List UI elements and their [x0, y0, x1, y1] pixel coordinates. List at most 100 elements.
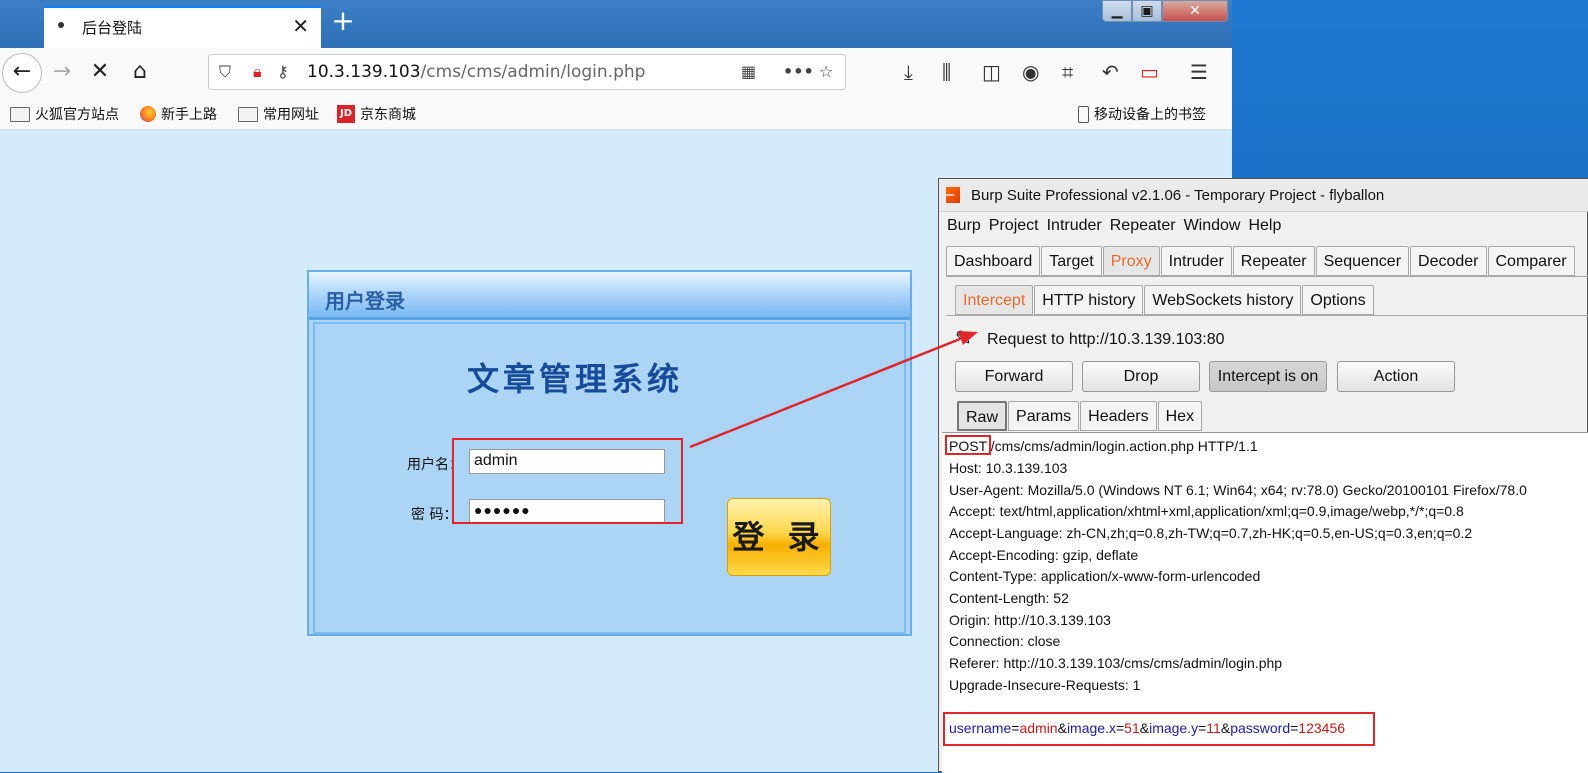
- header-line: Referer: http://10.3.139.103/cms/cms/adm…: [949, 655, 1283, 671]
- menu-intruder[interactable]: Intruder: [1047, 217, 1102, 235]
- forward-button[interactable]: Forward: [955, 361, 1073, 392]
- url-bar[interactable]: ⛉ 🔒︎ ⚷ 10.3.139.103/cms/cms/admin/login.…: [208, 54, 846, 90]
- burp-logo-icon: [946, 187, 960, 203]
- tab-target[interactable]: Target: [1041, 246, 1102, 276]
- close-window-button[interactable]: ✕: [1162, 0, 1228, 22]
- tab-decoder[interactable]: Decoder: [1410, 246, 1487, 276]
- stop-button[interactable]: ✕: [84, 56, 116, 88]
- account-icon[interactable]: ◉: [1022, 60, 1039, 84]
- bookmark-label: 新手上路: [161, 107, 217, 123]
- sidebar-icon[interactable]: ◫: [982, 60, 1001, 84]
- burp-menubar: Burp Project Intruder Repeater Window He…: [947, 217, 1281, 235]
- message-view-tabs: Raw Params Headers Hex: [957, 401, 1203, 431]
- header-line: Content-Length: 52: [949, 590, 1069, 606]
- qr-code-icon[interactable]: ▦: [741, 62, 756, 81]
- intercept-toggle-button[interactable]: Intercept is on: [1209, 361, 1327, 392]
- tab-raw[interactable]: Raw: [957, 401, 1008, 431]
- more-actions-icon[interactable]: •••: [783, 62, 814, 81]
- annotation-post-box: [945, 435, 991, 455]
- header-line: Accept-Language: zh-CN,zh;q=0.8,zh-TW;q=…: [949, 525, 1473, 541]
- undo-icon[interactable]: ↶: [1102, 60, 1119, 84]
- annotation-body-box: [943, 712, 1375, 746]
- header-line: Content-Type: application/x-www-form-url…: [949, 568, 1261, 584]
- tab-headers[interactable]: Headers: [1080, 401, 1157, 431]
- login-panel-header: 用户登录: [309, 272, 910, 320]
- tab-options[interactable]: Options: [1302, 285, 1374, 315]
- bookmark-item[interactable]: JD 京东商城: [337, 104, 416, 124]
- back-button[interactable]: ←: [2, 53, 42, 93]
- menu-window[interactable]: Window: [1184, 217, 1241, 235]
- tab-repeater[interactable]: Repeater: [1232, 246, 1315, 276]
- phone-icon: [1078, 105, 1089, 123]
- screenshot-crop-icon[interactable]: ⌗: [1062, 60, 1073, 84]
- shield-icon[interactable]: ⛉: [219, 62, 231, 82]
- new-tab-button[interactable]: +: [330, 7, 356, 36]
- tab-comparer[interactable]: Comparer: [1487, 246, 1575, 276]
- download-icon[interactable]: ⤓: [904, 60, 913, 84]
- home-icon[interactable]: ⌂: [124, 56, 156, 88]
- password-label: 密 码：: [411, 507, 458, 523]
- tab-hex[interactable]: Hex: [1157, 401, 1203, 431]
- loading-dot-icon: [58, 22, 64, 28]
- action-button[interactable]: Action: [1337, 361, 1455, 392]
- burp-titlebar: Burp Suite Professional v2.1.06 - Tempor…: [939, 179, 1588, 212]
- close-tab-icon[interactable]: ✕: [292, 14, 309, 38]
- bookmark-label: 移动设备上的书签: [1094, 107, 1206, 123]
- bookmark-label: 火狐官方站点: [35, 107, 119, 123]
- tab-websockets-history[interactable]: WebSockets history: [1144, 285, 1302, 315]
- menu-burp[interactable]: Burp: [947, 217, 981, 235]
- login-button-label: 登 录: [732, 518, 826, 556]
- bookmark-label: 常用网址: [263, 107, 319, 123]
- monitor-icon[interactable]: ▭: [1140, 60, 1159, 84]
- maximize-button[interactable]: ▣: [1132, 0, 1162, 22]
- request-path: /cms/cms/admin/login.action.php HTTP/1.1: [986, 438, 1258, 454]
- bookmark-star-icon[interactable]: ☆: [819, 62, 833, 81]
- system-title: 文章管理系统: [467, 360, 684, 398]
- tab-params[interactable]: Params: [1008, 401, 1080, 431]
- menu-icon[interactable]: ☰: [1190, 60, 1208, 84]
- tab-proxy[interactable]: Proxy: [1102, 246, 1160, 276]
- burp-main-tabs: Dashboard Target Proxy Intruder Repeater…: [946, 246, 1576, 276]
- pencil-icon: ✎: [955, 326, 972, 350]
- burp-window: Burp Suite Professional v2.1.06 - Tempor…: [938, 178, 1588, 773]
- firefox-titlebar: 后台登陆 ✕ + ▁ ▣ ✕: [0, 0, 1232, 48]
- tab-dashboard[interactable]: Dashboard: [946, 246, 1041, 276]
- forward-button[interactable]: →: [46, 56, 78, 88]
- bookmarks-toolbar: 火狐官方站点 新手上路 常用网址 JD 京东商城 移动设备上的书签: [0, 96, 1232, 130]
- bookmark-item[interactable]: 火狐官方站点: [10, 104, 119, 124]
- jd-icon: JD: [337, 105, 355, 123]
- drop-button[interactable]: Drop: [1082, 361, 1200, 392]
- mobile-bookmarks[interactable]: 移动设备上的书签: [1078, 104, 1206, 124]
- navigation-toolbar: ← → ✕ ⌂ ⛉ 🔒︎ ⚷ 10.3.139.103/cms/cms/admi…: [0, 48, 1232, 96]
- minimize-button[interactable]: ▁: [1102, 0, 1132, 22]
- subtab-divider: [946, 315, 1588, 316]
- request-editor[interactable]: POST /cms/cms/admin/login.action.php HTT…: [942, 432, 1588, 773]
- menu-help[interactable]: Help: [1248, 217, 1281, 235]
- tab-intruder[interactable]: Intruder: [1160, 246, 1232, 276]
- window-controls: ▁ ▣ ✕: [1102, 0, 1230, 24]
- tab-title: 后台登陆: [82, 19, 143, 37]
- folder-icon: [238, 106, 258, 122]
- menu-repeater[interactable]: Repeater: [1110, 217, 1176, 235]
- bookmark-item[interactable]: 新手上路: [140, 104, 217, 124]
- menu-project[interactable]: Project: [989, 217, 1039, 235]
- tab-sequencer[interactable]: Sequencer: [1315, 246, 1410, 276]
- tab-intercept[interactable]: Intercept: [955, 285, 1034, 315]
- proxy-subtabs: Intercept HTTP history WebSockets histor…: [955, 285, 1375, 315]
- login-panel-title: 用户登录: [325, 289, 405, 313]
- header-line: Accept-Encoding: gzip, deflate: [949, 547, 1139, 563]
- key-icon[interactable]: ⚷: [277, 62, 289, 81]
- folder-icon: [10, 106, 30, 122]
- login-button[interactable]: 登 录: [727, 498, 831, 576]
- library-icon[interactable]: ⫼: [942, 60, 951, 84]
- url-text[interactable]: 10.3.139.103/cms/cms/admin/login.php: [307, 62, 645, 82]
- burp-title: Burp Suite Professional v2.1.06 - Tempor…: [971, 187, 1385, 204]
- header-line: Host: 10.3.139.103: [949, 460, 1068, 476]
- firefox-icon: [140, 106, 156, 122]
- bookmark-label: 京东商城: [360, 107, 416, 123]
- tab-active[interactable]: 后台登陆 ✕: [44, 6, 321, 48]
- tab-http-history[interactable]: HTTP history: [1034, 285, 1144, 315]
- insecure-lock-icon[interactable]: 🔒︎: [253, 62, 262, 82]
- request-target: Request to http://10.3.139.103:80: [987, 331, 1225, 348]
- bookmark-item[interactable]: 常用网址: [238, 104, 319, 124]
